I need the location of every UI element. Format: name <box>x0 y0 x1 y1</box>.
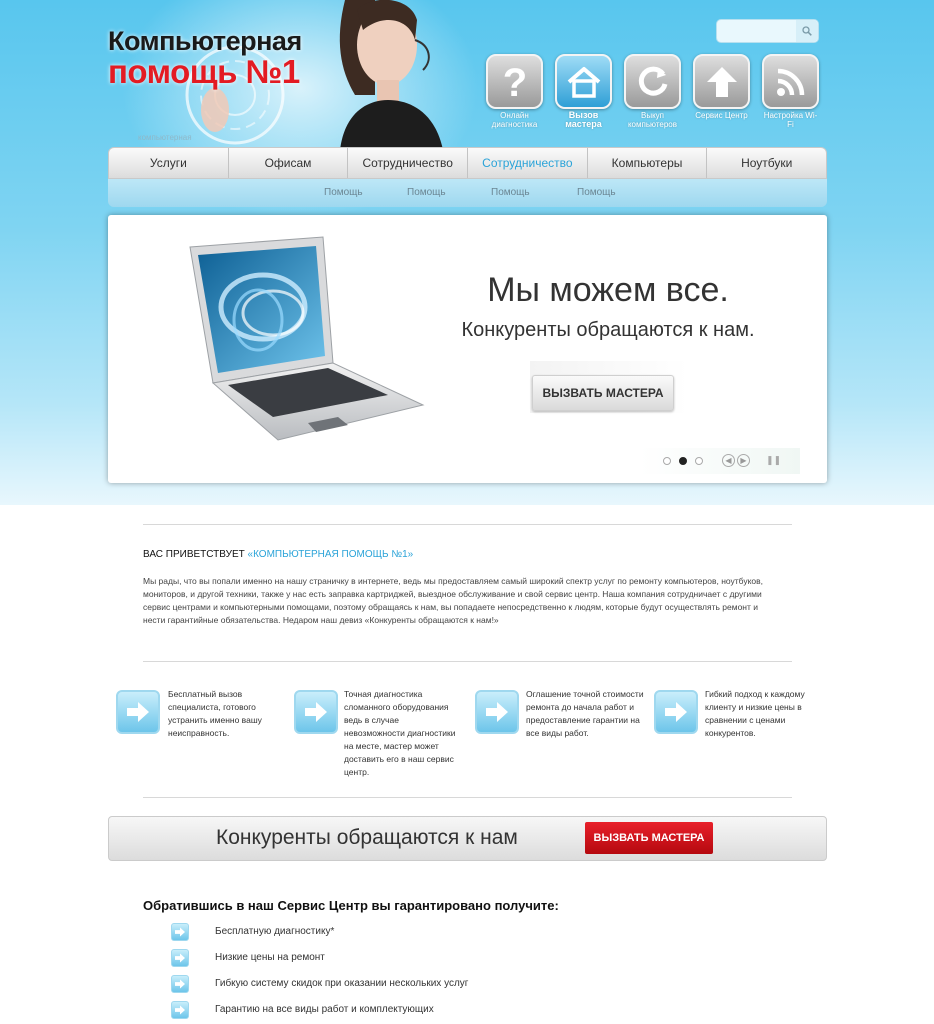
top-icon-buttons: ? Онлайн диагностика Вызов мастера Выкуп… <box>486 54 819 129</box>
feature-text: Оглашение точной стоимости ремонта до на… <box>526 689 644 738</box>
main-nav: Услуги Офисам Сотрудничество Сотрудничес… <box>108 147 827 179</box>
search-box <box>716 19 819 43</box>
search-input[interactable] <box>721 23 795 39</box>
divider <box>143 524 792 525</box>
guarantee-text: Гарантию на все виды работ и комплектующ… <box>215 1004 434 1015</box>
refresh-icon <box>638 66 667 96</box>
nav-item-computers[interactable]: Компьютеры <box>588 148 708 178</box>
chevron-right-icon: ▶ <box>740 456 747 465</box>
call-master-button[interactable]: ВЫЗВАТЬ МАСТЕРА <box>532 375 674 411</box>
question-icon: ? <box>502 62 526 102</box>
subnav-item[interactable]: Помощь <box>324 187 363 198</box>
arrow-right-icon <box>475 690 519 734</box>
nav-item-offices[interactable]: Офисам <box>229 148 349 178</box>
cta-call-master-button[interactable]: ВЫЗВАТЬ МАСТЕРА <box>585 822 713 854</box>
slide-subtitle: Конкуренты обращаются к нам. <box>461 319 755 341</box>
nav-item-cooperation[interactable]: Сотрудничество <box>348 148 469 178</box>
nav-item-cooperation-active[interactable]: Сотрудничество <box>468 148 588 178</box>
subnav-item[interactable]: Помощь <box>577 187 616 198</box>
slider-next-button[interactable]: ▶ <box>737 454 750 467</box>
logo-line1: Компьютерная <box>108 26 302 56</box>
hero-slider: Мы можем все. Конкуренты обращаются к на… <box>108 215 827 483</box>
top-button-wifi-setup[interactable]: Настройка Wi-Fi <box>762 54 819 129</box>
subnav-item[interactable]: Помощь <box>491 187 530 198</box>
welcome-heading-brand: «КОМПЬЮТЕРНАЯ ПОМОЩЬ №1» <box>247 549 414 560</box>
sub-nav: Помощь Помощь Помощь Помощь <box>108 179 827 207</box>
top-button-label: Вызов мастера <box>565 110 602 129</box>
top-button-label: Сервис Центр <box>695 111 748 120</box>
slider-prev-button[interactable]: ◀ <box>722 454 735 467</box>
feature-text: Точная диагностика сломанного оборудован… <box>344 689 456 777</box>
arrow-right-icon <box>171 923 189 941</box>
arrow-right-icon <box>171 975 189 993</box>
nav-item-services[interactable]: Услуги <box>109 148 229 178</box>
top-button-label: Онлайн диагностика <box>491 111 538 129</box>
cta-text: Конкуренты обращаются к нам <box>216 826 518 849</box>
upload-arrow-icon <box>706 66 737 97</box>
slider-dot-active[interactable] <box>679 457 687 465</box>
top-button-label: Настройка Wi-Fi <box>763 111 818 129</box>
guarantee-text: Бесплатную диагностику* <box>215 926 335 937</box>
laptop-image <box>189 236 425 441</box>
welcome-heading: ВАС ПРИВЕТСТВУЕТ «КОМПЬЮТЕРНАЯ ПОМОЩЬ №1… <box>143 549 413 560</box>
logo-line2: помощь №1 <box>108 53 300 90</box>
arrow-right-icon <box>294 690 338 734</box>
home-icon <box>567 66 600 98</box>
divider <box>143 797 792 798</box>
arrow-right-icon <box>171 949 189 967</box>
woman-image <box>339 0 443 150</box>
pause-icon[interactable]: ❚❚ <box>766 455 781 466</box>
top-button-call-master[interactable]: Вызов мастера <box>555 54 612 129</box>
slider-dot[interactable] <box>663 457 671 465</box>
guarantees-title: Обратившись в наш Сервис Центр вы гарант… <box>143 898 559 913</box>
arrow-right-icon <box>654 690 698 734</box>
nav-item-laptops[interactable]: Ноутбуки <box>707 148 826 178</box>
chevron-left-icon: ◀ <box>725 456 732 465</box>
welcome-text: Мы рады, что вы попали именно на нашу ст… <box>143 576 764 625</box>
feature-text: Бесплатный вызов специалиста, готового у… <box>168 689 262 738</box>
cta-bar: Конкуренты обращаются к нам ВЫЗВАТЬ МАСТ… <box>108 816 827 861</box>
slide-title: Мы можем все. <box>487 271 729 309</box>
rss-icon <box>776 68 804 96</box>
top-button-label: Выкуп компьютеров <box>627 111 678 129</box>
search-button[interactable] <box>796 20 818 42</box>
subnav-item[interactable]: Помощь <box>407 187 446 198</box>
guarantee-text: Низкие цены на ремонт <box>215 952 325 963</box>
guarantee-text: Гибкую систему скидок при оказании неско… <box>215 978 469 989</box>
search-icon <box>802 26 812 36</box>
welcome-heading-prefix: ВАС ПРИВЕТСТВУЕТ <box>143 549 248 560</box>
top-button-online-diagnostics[interactable]: ? Онлайн диагностика <box>486 54 543 129</box>
slider-dot[interactable] <box>695 457 703 465</box>
slider-controls: ◀ ▶ ❚❚ <box>640 448 800 474</box>
top-button-service-center[interactable]: Сервис Центр <box>693 54 750 129</box>
logo[interactable]: Компьютерная помощь №1 <box>108 26 302 88</box>
top-button-buyout[interactable]: Выкуп компьютеров <box>624 54 681 129</box>
feature-text: Гибкий подход к каждому клиенту и низкие… <box>705 689 805 738</box>
arrow-right-icon <box>116 690 160 734</box>
divider <box>143 661 792 662</box>
arrow-right-icon <box>171 1001 189 1019</box>
logo-subtext: компьютерная <box>138 133 192 142</box>
slide-button-wrap: ВЫЗВАТЬ МАСТЕРА <box>530 361 688 413</box>
svg-text:?: ? <box>502 62 526 102</box>
